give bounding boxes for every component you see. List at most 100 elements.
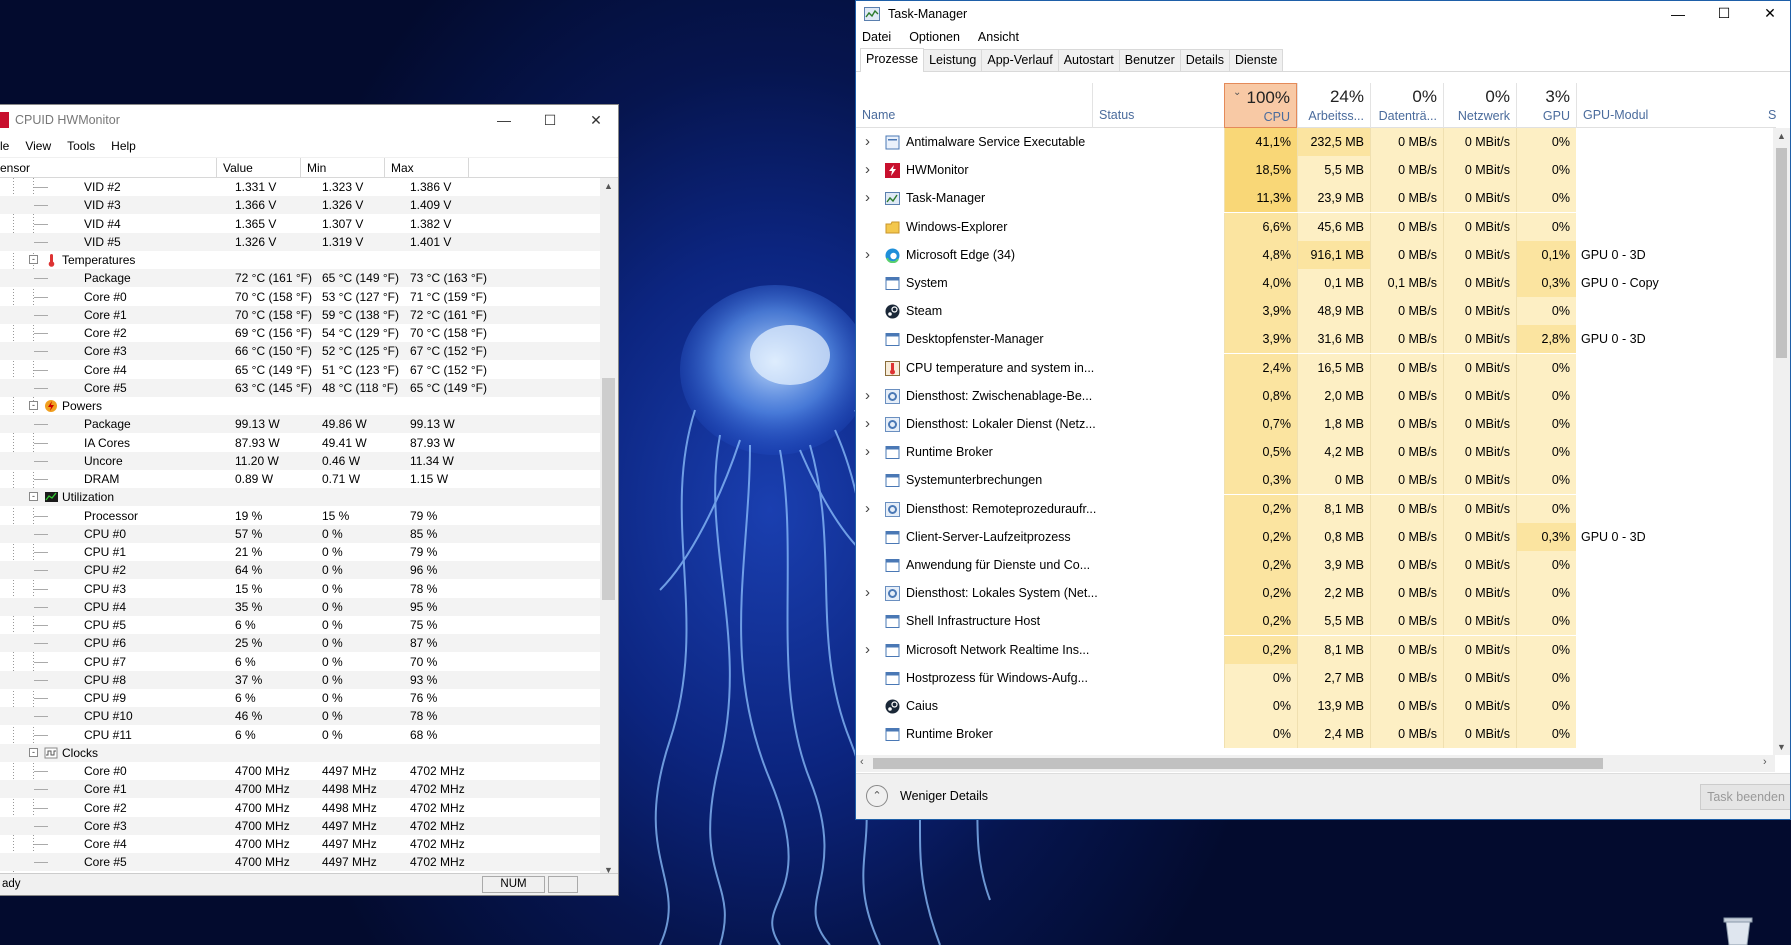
process-row[interactable]: CPU temperature and system in... 2,4% 16,5… — [856, 353, 1776, 382]
sensor-row[interactable]: VID #3 1.366 V 1.326 V 1.409 V — [0, 196, 600, 215]
process-row[interactable]: System 4,0% 0,1 MB 0,1 MB/s 0 MBit/s 0,3% GPU … — [856, 269, 1776, 297]
sensor-row[interactable]: Core #3 4700 MHz 4497 MHz 4702 MHz — [0, 816, 600, 835]
expand-chevron-icon[interactable]: › — [865, 579, 870, 607]
column-disk[interactable]: 0% Datenträ... — [1370, 83, 1443, 128]
column-network[interactable]: 0% Netzwerk — [1443, 83, 1516, 128]
process-row[interactable]: › HWMonitor 18,5% 5,5 MB 0 MB/s 0 MBit/s 0% — [856, 156, 1776, 185]
expand-chevron-icon[interactable]: › — [865, 184, 870, 212]
menu-view[interactable]: View — [25, 139, 51, 153]
process-row[interactable]: Caius 0% 13,9 MB 0 MB/s 0 MBit/s 0% — [856, 692, 1776, 720]
sensor-row[interactable]: Processor 19 % 15 % 79 % — [0, 507, 600, 525]
collapse-icon[interactable]: ⌃ — [866, 785, 888, 807]
process-row[interactable]: Runtime Broker 0% 2,4 MB 0 MB/s 0 MBit/s 0% — [856, 720, 1776, 749]
column-status[interactable]: Status — [1092, 83, 1224, 128]
tm-close-button[interactable]: ✕ — [1747, 1, 1790, 26]
collapse-toggle-icon[interactable]: - — [29, 401, 38, 410]
expand-chevron-icon[interactable]: › — [865, 495, 870, 523]
sensor-row[interactable]: CPU #9 6 % 0 % 76 % — [0, 689, 600, 707]
menu-tools[interactable]: Tools — [67, 139, 95, 153]
close-button[interactable]: ✕ — [573, 105, 618, 135]
process-row[interactable]: › Antimalware Service Executable 41,1% 232,… — [856, 128, 1776, 156]
sensor-row[interactable]: Package 72 °C (161 °F) 65 °C (149 °F) 73 °C… — [0, 269, 600, 288]
process-row[interactable]: Shell Infrastructure Host 0,2% 5,5 MB 0 MB/… — [856, 607, 1776, 636]
sensor-row[interactable]: Core #0 4700 MHz 4497 MHz 4702 MHz — [0, 762, 600, 780]
hwmonitor-window[interactable]: CPUID HWMonitor — ☐ ✕ le View Tools Help… — [0, 104, 619, 896]
expand-chevron-icon[interactable]: › — [865, 636, 870, 664]
column-max[interactable]: Max — [385, 158, 469, 178]
expand-chevron-icon[interactable]: › — [865, 438, 870, 466]
expand-chevron-icon[interactable]: › — [865, 382, 870, 410]
hwmonitor-vertical-scrollbar[interactable]: ▲ ▼ — [600, 178, 617, 878]
scroll-up-icon[interactable]: ▲ — [600, 181, 617, 191]
sensor-row[interactable]: IA Cores 87.93 W 49.41 W 87.93 W — [0, 434, 600, 452]
process-row[interactable]: Systemunterbrechungen 0,3% 0 MB 0 MB/s 0 MBi… — [856, 466, 1776, 495]
expand-chevron-icon[interactable]: › — [865, 156, 870, 184]
process-row[interactable]: Client-Server-Laufzeitprozess 0,2% 0,8 MB 0… — [856, 522, 1776, 551]
process-row[interactable]: Hostprozess für Windows-Aufg... 0% 2,7 MB 0… — [856, 663, 1776, 692]
end-task-button[interactable]: Task beenden — [1700, 784, 1790, 810]
menu-ansicht[interactable]: Ansicht — [978, 30, 1019, 44]
process-row[interactable]: › Diensthost: Zwischenablage-Be... 0,8% 2,0… — [856, 381, 1776, 410]
menu-file[interactable]: le — [0, 139, 9, 153]
hscroll-thumb[interactable] — [873, 758, 1603, 769]
column-memory[interactable]: 24% Arbeitss... — [1297, 83, 1370, 128]
recycle-bin-icon[interactable] — [1720, 915, 1756, 945]
sensor-row[interactable]: CPU #11 6 % 0 % 68 % — [0, 726, 600, 744]
scroll-down-icon[interactable]: ▼ — [1773, 742, 1790, 752]
sensor-group-clocks[interactable]: - Clocks — [0, 743, 600, 762]
expand-chevron-icon[interactable]: › — [865, 241, 870, 269]
sensor-row[interactable]: CPU #6 25 % 0 % 87 % — [0, 634, 600, 653]
collapse-toggle-icon[interactable]: - — [29, 492, 38, 502]
expand-chevron-icon[interactable]: › — [865, 128, 870, 156]
sensor-row[interactable]: Core #1 70 °C (158 °F) 59 °C (138 °F) 72 °C… — [0, 305, 600, 324]
sensor-group-temperatures[interactable]: - Temperatures — [0, 251, 600, 269]
sensor-row[interactable]: CPU #7 6 % 0 % 70 % — [0, 653, 600, 671]
process-row[interactable]: › Diensthost: Lokaler Dienst (Netz... 0,7%… — [856, 410, 1776, 438]
tm-minimize-button[interactable]: — — [1655, 1, 1701, 26]
tab-autostart[interactable]: Autostart — [1057, 49, 1120, 71]
sensor-row[interactable]: Uncore 11.20 W 0.46 W 11.34 W — [0, 451, 600, 470]
sensor-row[interactable]: CPU #3 15 % 0 % 78 % — [0, 580, 600, 598]
process-row[interactable]: › Microsoft Edge (34) 4,8% 916,1 MB 0 MB/s 0 … — [856, 240, 1776, 269]
column-gpu-module[interactable]: GPU-Modul — [1576, 83, 1776, 128]
menu-datei[interactable]: Datei — [862, 30, 891, 44]
sensor-row[interactable]: CPU #5 6 % 0 % 75 % — [0, 616, 600, 634]
column-name[interactable]: Name — [856, 83, 1092, 128]
maximize-button[interactable]: ☐ — [527, 105, 573, 135]
sensor-row[interactable]: CPU #2 64 % 0 % 96 % — [0, 561, 600, 580]
column-cpu[interactable]: ⌄ 100% CPU — [1224, 83, 1297, 128]
sensor-row[interactable]: Package 99.13 W 49.86 W 99.13 W — [0, 415, 600, 434]
fewer-details-link[interactable]: Weniger Details — [900, 789, 988, 803]
sensor-row[interactable]: CPU #1 21 % 0 % 79 % — [0, 543, 600, 561]
tab-details[interactable]: Details — [1179, 49, 1230, 71]
tm-horizontal-scrollbar[interactable]: ‹ › — [856, 755, 1775, 772]
column-value[interactable]: Value — [217, 158, 301, 178]
menu-optionen[interactable]: Optionen — [909, 30, 960, 44]
hwmonitor-titlebar[interactable]: CPUID HWMonitor — ☐ ✕ — [0, 105, 618, 135]
sensor-group-utilization[interactable]: - Utilization — [0, 488, 600, 507]
tab-benutzer[interactable]: Benutzer — [1118, 49, 1181, 71]
sensor-row[interactable]: CPU #0 57 % 0 % 85 % — [0, 524, 600, 543]
scroll-up-icon[interactable]: ▲ — [1773, 131, 1790, 141]
sensor-row[interactable]: Core #1 4700 MHz 4498 MHz 4702 MHz — [0, 780, 600, 799]
scroll-left-icon[interactable]: ‹ — [860, 756, 864, 768]
column-extra[interactable]: S — [1768, 108, 1776, 122]
process-list[interactable]: › Antimalware Service Executable 41,1% 232,… — [856, 128, 1776, 755]
column-gpu[interactable]: 3% GPU — [1516, 83, 1576, 128]
column-sensor[interactable]: ensor — [0, 158, 217, 178]
collapse-toggle-icon[interactable]: - — [29, 255, 38, 264]
tm-maximize-button[interactable]: ☐ — [1701, 1, 1747, 26]
sensor-row[interactable]: Core #2 69 °C (156 °F) 54 °C (129 °F) 70 °C… — [0, 324, 600, 342]
menu-help[interactable]: Help — [111, 139, 136, 153]
process-row[interactable]: › Task-Manager 11,3% 23,9 MB 0 MB/s 0 MBit/s 0… — [856, 184, 1776, 213]
sensor-group-powers[interactable]: - Powers — [0, 397, 600, 415]
sensor-row[interactable]: Core #0 70 °C (158 °F) 53 °C (127 °F) 71 °C… — [0, 288, 600, 306]
sensor-row[interactable]: Core #5 63 °C (145 °F) 48 °C (118 °F) 65 °C… — [0, 378, 600, 397]
sensor-row[interactable]: CPU #4 35 % 0 % 95 % — [0, 597, 600, 616]
process-row[interactable]: Windows-Explorer 6,6% 45,6 MB 0 MB/s 0 MBit/… — [856, 212, 1776, 241]
sensor-row[interactable]: CPU #8 37 % 0 % 93 % — [0, 670, 600, 689]
tm-vertical-scrollbar[interactable]: ▲ ▼ — [1773, 128, 1790, 755]
sensor-tree[interactable]: VID #2 1.331 V 1.323 V 1.386 V VID #3 1.366 V… — [0, 178, 600, 878]
tab-leistung[interactable]: Leistung — [923, 49, 983, 71]
taskmanager-titlebar[interactable]: Task-Manager — ☐ ✕ — [856, 1, 1790, 26]
